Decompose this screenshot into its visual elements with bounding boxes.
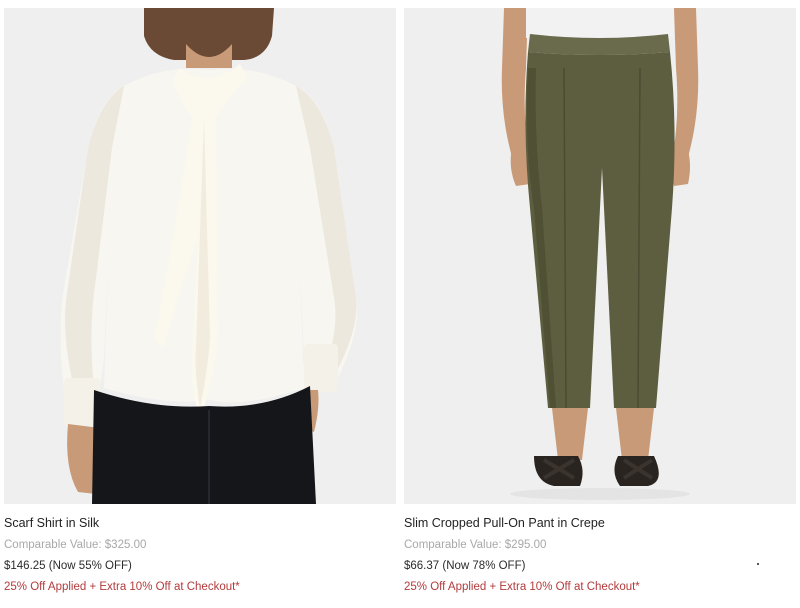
product-card[interactable]: Scarf Shirt in Silk Comparable Value: $3… <box>4 8 396 595</box>
product-info: Scarf Shirt in Silk Comparable Value: $3… <box>4 504 396 595</box>
product-grid: Scarf Shirt in Silk Comparable Value: $3… <box>0 0 800 608</box>
product-name-link[interactable]: Scarf Shirt in Silk <box>4 515 99 531</box>
comparable-value: Comparable Value: $325.00 <box>4 539 147 551</box>
product-name-link[interactable]: Slim Cropped Pull-On Pant in Crepe <box>404 515 605 531</box>
cropped-pant-photo <box>404 8 796 504</box>
product-info: Slim Cropped Pull-On Pant in Crepe Compa… <box>404 504 796 595</box>
comparable-value: Comparable Value: $295.00 <box>404 539 547 551</box>
scarf-shirt-photo <box>4 8 396 504</box>
sale-price: $146.25 (Now 55% OFF) <box>4 560 132 572</box>
product-card[interactable]: Slim Cropped Pull-On Pant in Crepe Compa… <box>404 8 796 595</box>
product-image[interactable] <box>4 8 396 504</box>
stray-dot <box>757 563 759 565</box>
product-image[interactable] <box>404 8 796 504</box>
promo-text: 25% Off Applied + Extra 10% Off at Check… <box>404 581 640 593</box>
sale-price: $66.37 (Now 78% OFF) <box>404 560 526 572</box>
promo-text: 25% Off Applied + Extra 10% Off at Check… <box>4 581 240 593</box>
